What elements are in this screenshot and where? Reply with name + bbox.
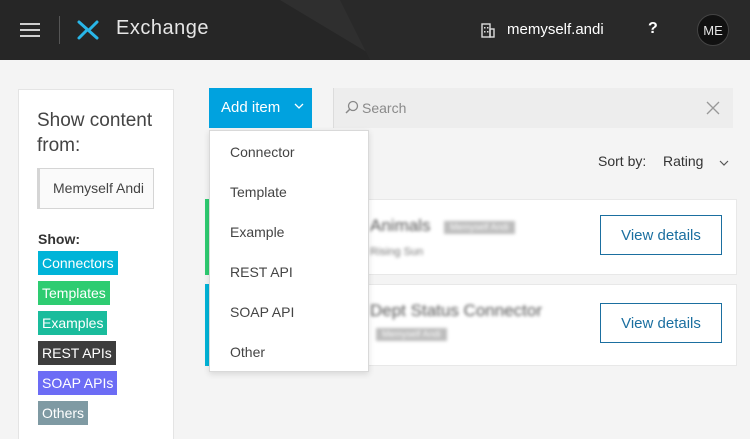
- exchange-logo-icon[interactable]: [76, 18, 100, 42]
- hamburger-menu-icon[interactable]: [20, 22, 40, 38]
- app-title[interactable]: Exchange: [116, 17, 209, 40]
- view-details-button[interactable]: View details: [600, 215, 722, 255]
- sort-label: Sort by:: [598, 153, 647, 169]
- menu-item-connector[interactable]: Connector: [230, 144, 295, 160]
- menu-item-example[interactable]: Example: [230, 224, 284, 240]
- header-divider: [59, 16, 60, 44]
- help-icon[interactable]: ?: [648, 20, 658, 38]
- menu-item-template[interactable]: Template: [230, 184, 287, 200]
- chevron-down-icon: [294, 103, 304, 109]
- search-bar: [333, 88, 733, 128]
- top-bar: Exchange memyself.andi ? ME: [0, 0, 750, 60]
- filter-examples[interactable]: Examples: [38, 311, 108, 335]
- add-item-label: Add item: [221, 99, 281, 116]
- filter-rest-apis[interactable]: REST APIs: [38, 341, 116, 365]
- show-content-heading: Show content from:: [37, 110, 153, 156]
- user-avatar[interactable]: ME: [697, 14, 729, 46]
- organization-icon: [481, 23, 495, 38]
- card-title[interactable]: Dept Status Connector: [370, 301, 542, 321]
- add-item-menu: Connector Template Example REST API SOAP…: [209, 130, 369, 372]
- card-owner-badge: Memyself Andi: [444, 221, 515, 234]
- filter-soap-apis[interactable]: SOAP APIs: [38, 371, 118, 395]
- filter-templates[interactable]: Templates: [38, 281, 110, 305]
- content-source-select[interactable]: Memyself Andi: [37, 168, 154, 209]
- add-item-button[interactable]: Add item: [209, 88, 312, 128]
- search-icon: [345, 100, 359, 114]
- filter-others[interactable]: Others: [38, 401, 89, 425]
- card-owner-badge: Memyself Andi: [376, 328, 447, 341]
- sort-select[interactable]: Rating: [663, 153, 703, 169]
- organization-switcher[interactable]: memyself.andi: [507, 21, 604, 38]
- view-details-button[interactable]: View details: [600, 303, 722, 343]
- menu-item-soap-api[interactable]: SOAP API: [230, 304, 294, 320]
- filter-sidebar: Show content from: Memyself Andi Show: C…: [18, 89, 174, 439]
- card-subtitle: Rising Sun: [370, 246, 424, 258]
- show-filter-heading: Show:: [38, 231, 80, 247]
- chevron-down-icon[interactable]: [719, 158, 729, 168]
- card-title[interactable]: Animals: [370, 216, 430, 236]
- menu-item-other[interactable]: Other: [230, 344, 265, 360]
- menu-item-rest-api[interactable]: REST API: [230, 264, 293, 280]
- search-input[interactable]: [362, 98, 662, 118]
- clear-search-icon[interactable]: [706, 101, 720, 115]
- filter-connectors[interactable]: Connectors: [38, 251, 118, 275]
